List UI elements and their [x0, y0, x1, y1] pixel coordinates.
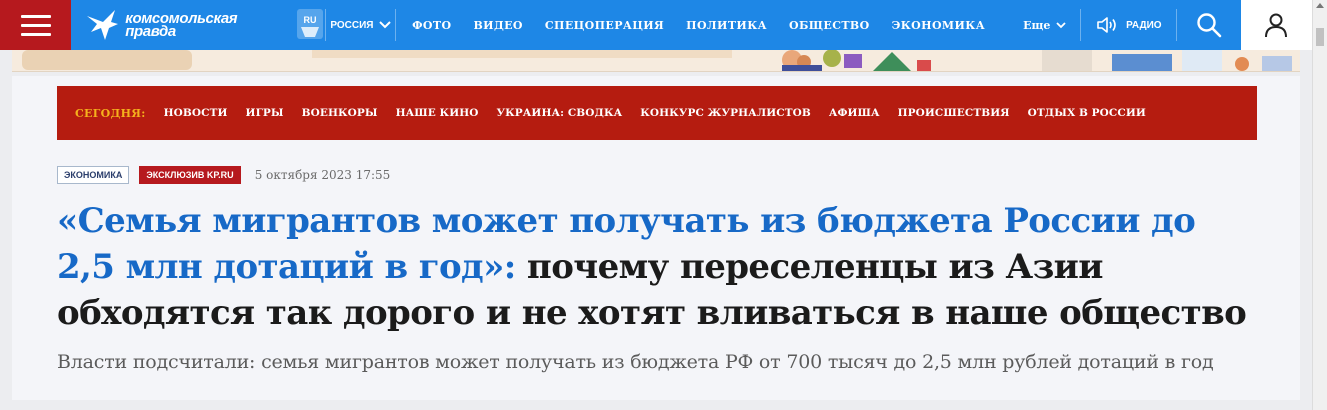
svg-text:RU: RU [304, 15, 317, 25]
logo-line2: Правда [125, 23, 176, 40]
nav-item-special-operation[interactable]: Спецоперация [545, 19, 664, 32]
search-icon [1197, 13, 1222, 38]
main-nav: Фото Видео Спецоперация Политика Обществ… [396, 0, 1007, 50]
today-link-ukraine-summary[interactable]: Украина: сводка [497, 107, 623, 119]
scroll-up-arrow-icon[interactable] [1316, 3, 1324, 8]
today-link-travel-russia[interactable]: Отдых в России [1028, 107, 1146, 119]
chevron-down-icon [1056, 21, 1066, 28]
today-link-war-correspondents[interactable]: Военкоры [302, 107, 378, 119]
more-label: Еще [1023, 18, 1051, 32]
region-label: Россия [330, 19, 374, 31]
publish-date: 5 октября 2023 17:55 [254, 168, 391, 182]
page-scrollbar[interactable] [1312, 0, 1327, 410]
hamburger-menu-icon[interactable] [0, 0, 72, 50]
article-meta: Экономика Эксклюзив KP.RU 5 октября 2023… [57, 166, 390, 184]
today-link-news[interactable]: Новости [164, 107, 228, 119]
user-icon [1265, 13, 1288, 38]
nav-item-society[interactable]: Общество [789, 19, 870, 32]
radio-label: Радио [1126, 19, 1162, 31]
today-link-games[interactable]: Игры [246, 107, 284, 119]
site-logo[interactable]: Комсомольская Правда RU [71, 0, 325, 50]
today-link-afisha[interactable]: Афиша [829, 107, 880, 119]
article-lead: Власти подсчитали: семья мигрантов может… [57, 351, 1214, 373]
today-links-bar: Сегодня: Новости Игры Военкоры Наше кино… [57, 86, 1257, 140]
today-link-journalist-contest[interactable]: Конкурс журналистов [640, 107, 811, 119]
search-button[interactable] [1177, 0, 1240, 50]
banner-illustration [12, 50, 1300, 71]
logo-wordmark: Комсомольская Правда [125, 11, 237, 40]
nav-item-politics[interactable]: Политика [686, 19, 767, 32]
article-headline: «Семья мигрантов может получать из бюдже… [57, 198, 1257, 336]
user-account-button[interactable] [1240, 0, 1312, 50]
speaker-icon [1097, 17, 1116, 33]
today-label: Сегодня: [75, 106, 146, 120]
nav-item-economy[interactable]: Экономика [892, 19, 985, 32]
more-menu-button[interactable]: Еще [1023, 0, 1066, 50]
today-link-incidents[interactable]: Происшествия [898, 107, 1010, 119]
exclusive-tag[interactable]: Эксклюзив KP.RU [139, 166, 241, 184]
radio-button[interactable]: Радио [1081, 0, 1176, 50]
scroll-thumb[interactable] [1316, 28, 1324, 46]
article-card: Сегодня: Новости Игры Военкоры Наше кино… [12, 76, 1300, 400]
rubric-tag[interactable]: Экономика [57, 166, 130, 184]
region-selector[interactable]: Россия [326, 0, 395, 50]
nav-item-photo[interactable]: Фото [412, 19, 451, 32]
chevron-down-icon [378, 21, 391, 29]
today-link-our-cinema[interactable]: Наше кино [396, 107, 479, 119]
kp-ru-badge-icon: RU [297, 9, 324, 39]
site-header: Комсомольская Правда RU Россия Фото Виде… [0, 0, 1312, 50]
promo-banner[interactable] [12, 50, 1300, 72]
bird-logo-icon [87, 10, 119, 40]
nav-item-video[interactable]: Видео [473, 19, 522, 32]
